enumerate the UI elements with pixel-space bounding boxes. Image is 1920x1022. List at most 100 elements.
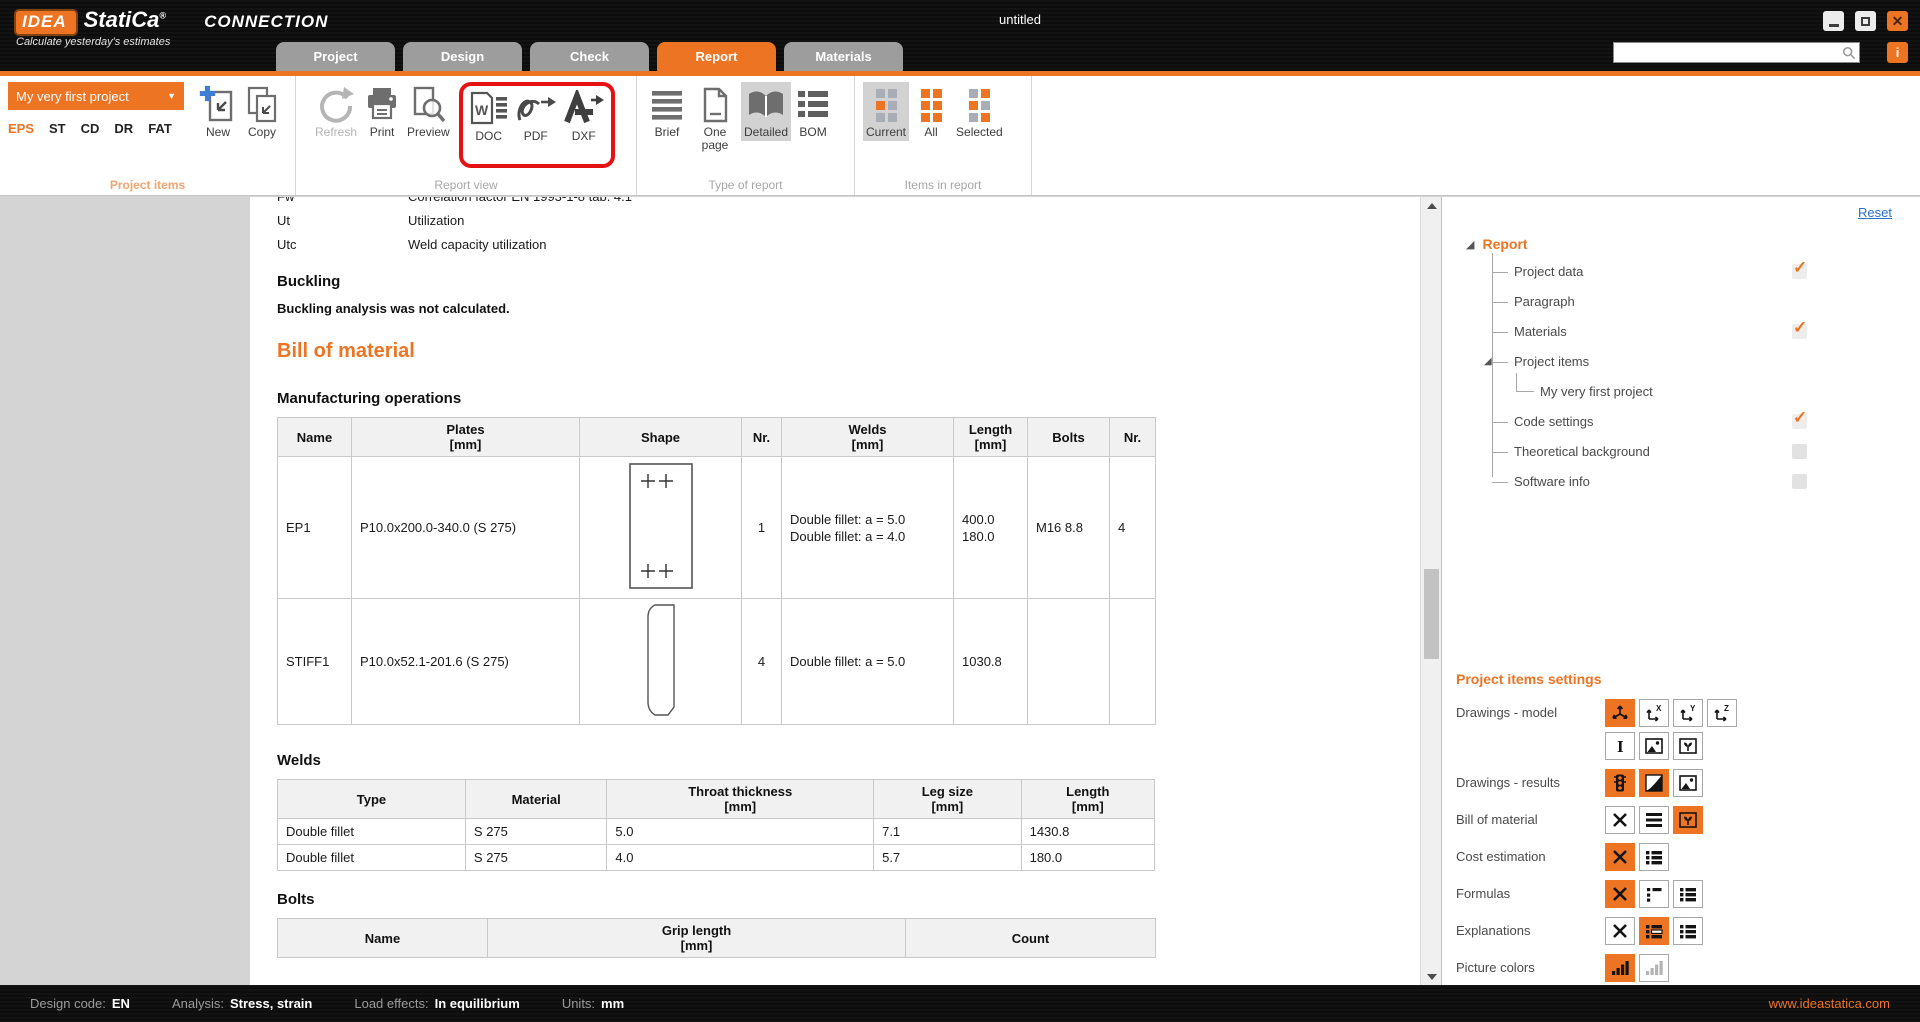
info-button[interactable]: i (1887, 42, 1908, 63)
settings-row-drawings-model: Drawings - model X Y Z (1456, 697, 1912, 728)
items-all-button[interactable]: All (909, 82, 953, 141)
cost-none-button[interactable] (1605, 843, 1635, 871)
search-input[interactable] (1614, 44, 1842, 61)
export-dxf-button[interactable]: DXF (560, 86, 608, 164)
tree-item-my-very-first-project[interactable]: My very first project (1442, 381, 1920, 403)
export-doc-button[interactable]: W DOC (466, 86, 512, 164)
end-plate-shape-drawing (629, 463, 693, 589)
project-items-settings: Project items settings Drawings - model … (1456, 671, 1912, 985)
word-doc-icon: W (469, 88, 509, 130)
settings-row-cost-estimation: Cost estimation (1456, 841, 1912, 872)
picture-night-results-button[interactable] (1673, 769, 1703, 797)
collapse-icon[interactable]: ◢ (1466, 238, 1474, 251)
tree-item-project-data[interactable]: Project data (1442, 261, 1920, 283)
ribbon-group-type-of-report: Brief One page (637, 76, 855, 195)
export-pdf-button[interactable]: PDF (512, 86, 560, 164)
items-current-button[interactable]: Current (863, 82, 909, 141)
tree-item-paragraph[interactable]: Paragraph (1442, 291, 1920, 313)
settings-row-drawings-model-2: I (1456, 730, 1912, 761)
tab-design[interactable]: Design (403, 42, 522, 71)
picture-plant-button[interactable] (1673, 732, 1703, 760)
formulas-compact-button[interactable] (1639, 880, 1669, 908)
bom-none-button[interactable] (1605, 806, 1635, 834)
colors-on-button[interactable] (1605, 954, 1635, 982)
document-title: untitled (945, 12, 1095, 27)
checkbox-code-settings[interactable] (1792, 414, 1807, 429)
scroll-down-button[interactable] (1421, 968, 1442, 985)
text-format-button[interactable]: I (1605, 732, 1635, 760)
svg-text:I: I (1617, 737, 1624, 756)
copy-button[interactable]: Copy (240, 82, 284, 141)
bom-lines-button[interactable] (1639, 806, 1669, 834)
close-button[interactable]: ✕ (1887, 11, 1908, 31)
items-all-grid-icon (921, 84, 942, 126)
brief-button[interactable]: Brief (645, 82, 689, 141)
table-row: EP1 P10.0x200.0-340.0 (S 275) 1 (278, 457, 1156, 599)
analysis-type-fat[interactable]: FAT (148, 121, 172, 136)
settings-row-picture-colors: Picture colors (1456, 952, 1912, 983)
analysis-type-eps[interactable]: EPS (8, 121, 34, 136)
checkbox-project-data[interactable] (1792, 264, 1807, 279)
scrollbar-thumb[interactable] (1424, 569, 1439, 659)
colors-gray-button[interactable] (1639, 954, 1669, 982)
vertical-scrollbar[interactable] (1420, 197, 1441, 985)
tree-root-report[interactable]: ◢ Report (1466, 233, 1528, 255)
tree-item-code-settings[interactable]: Code settings (1442, 411, 1920, 433)
tree-item-theoretical-background[interactable]: Theoretical background (1442, 441, 1920, 463)
items-current-grid-icon (876, 84, 897, 126)
settings-row-drawings-results: Drawings - results (1456, 767, 1912, 798)
settings-row-bill-of-material: Bill of material (1456, 804, 1912, 835)
explanations-list-button[interactable] (1673, 917, 1703, 945)
one-page-button[interactable]: One page (689, 82, 741, 154)
preview-button[interactable]: Preview (404, 82, 453, 141)
print-button[interactable]: Print (360, 82, 404, 141)
view-x-button[interactable]: X (1639, 699, 1669, 727)
formulas-none-button[interactable] (1605, 880, 1635, 908)
view-z-button[interactable]: Z (1707, 699, 1737, 727)
traffic-light-button[interactable] (1605, 769, 1635, 797)
chevron-down-icon: ▼ (167, 91, 176, 101)
view-y-button[interactable]: Y (1673, 699, 1703, 727)
minimize-button[interactable] (1823, 11, 1844, 31)
picture-night-button[interactable] (1639, 732, 1669, 760)
explanations-none-button[interactable] (1605, 917, 1635, 945)
refresh-button[interactable]: Refresh (312, 82, 360, 141)
reset-link[interactable]: Reset (1858, 205, 1892, 220)
idea-logo: IDEA (14, 9, 78, 36)
checkbox-software-info[interactable] (1792, 474, 1807, 489)
checkbox-materials[interactable] (1792, 324, 1807, 339)
project-dropdown[interactable]: My very first project ▼ (8, 82, 184, 110)
tab-materials[interactable]: Materials (784, 42, 903, 71)
contrast-drawing-button[interactable] (1639, 769, 1669, 797)
bom-button[interactable]: BOM (791, 82, 835, 141)
search-icon (1842, 46, 1856, 60)
analysis-type-cd[interactable]: CD (81, 121, 100, 136)
svg-text:Y: Y (1690, 704, 1696, 713)
collapse-icon[interactable]: ◢ (1484, 356, 1492, 367)
status-design-code: Design code:EN (30, 996, 130, 1011)
website-link[interactable]: www.ideastatica.com (1769, 996, 1890, 1011)
tab-check[interactable]: Check (530, 42, 649, 71)
tab-report[interactable]: Report (657, 42, 776, 71)
dxf-icon (563, 88, 605, 130)
analysis-type-st[interactable]: ST (49, 121, 66, 136)
cost-list-button[interactable] (1639, 843, 1669, 871)
explanations-detailed-button[interactable] (1639, 917, 1669, 945)
bom-picture-plant-button[interactable] (1673, 806, 1703, 834)
axonometry-view-button[interactable] (1605, 699, 1635, 727)
analysis-type-dr[interactable]: DR (114, 121, 133, 136)
items-selected-button[interactable]: Selected (953, 82, 1005, 141)
manufacturing-heading: Manufacturing operations (277, 390, 1420, 407)
maximize-button[interactable] (1855, 11, 1876, 31)
checkbox-theoretical-background[interactable] (1792, 444, 1807, 459)
settings-heading: Project items settings (1456, 671, 1912, 687)
tree-item-materials[interactable]: Materials (1442, 321, 1920, 343)
tab-project[interactable]: Project (276, 42, 395, 71)
tree-item-software-info[interactable]: Software info (1442, 471, 1920, 493)
formulas-list-button[interactable] (1673, 880, 1703, 908)
scroll-up-button[interactable] (1421, 197, 1442, 214)
new-button[interactable]: New (196, 82, 240, 141)
manufacturing-table: Name Plates[mm] Shape Nr. Welds[mm] Leng… (277, 417, 1156, 725)
tree-item-project-items[interactable]: ◢ Project items (1442, 351, 1920, 373)
detailed-button[interactable]: Detailed (741, 82, 791, 141)
